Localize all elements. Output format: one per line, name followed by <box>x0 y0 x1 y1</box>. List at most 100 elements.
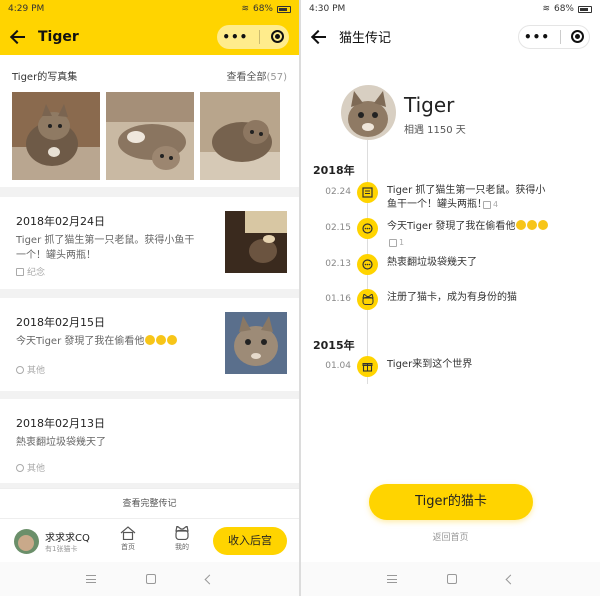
timeline-entry[interactable]: Tiger 抓了猫生第一只老鼠。获得小鱼干一个！罐头两瓶！ <box>387 184 547 212</box>
cat-profile-screen: 4:29 PM ≋ 68% Tiger ••• Tiger的写真集 查看全部(5… <box>0 0 299 596</box>
card-date: 2018年02月24日 <box>16 215 105 228</box>
album-photo[interactable] <box>200 92 280 180</box>
nav-bar: Tiger ••• <box>0 18 299 55</box>
diary-card[interactable]: 2018年02月13日 熱衷翻垃圾袋幾天了 其他 <box>0 399 299 483</box>
status-icons: ≋ 68% <box>241 4 291 14</box>
album-count: (57) <box>266 72 287 83</box>
back-icon[interactable] <box>505 574 516 584</box>
chat-dots-icon <box>357 218 378 239</box>
page-title: Tiger <box>38 28 79 45</box>
system-nav-bar <box>0 562 299 596</box>
timeline-entry-text: 今天Tiger 發現了我在偷看他 <box>387 221 516 232</box>
image-icon <box>483 200 491 209</box>
diary-card[interactable]: 2018年02月15日 今天Tiger 發現了我在偷看他 其他 <box>0 298 299 391</box>
card-photo[interactable] <box>225 211 287 273</box>
smile-emoji-icon <box>167 335 178 345</box>
wifi-icon: ≋ <box>542 4 550 14</box>
timeline-entry[interactable]: 熱衷翻垃圾袋幾天了 <box>387 256 577 270</box>
status-icons: ≋ 68% <box>542 4 592 14</box>
cat-face-icon <box>175 526 189 540</box>
timeline-date: 01.04 <box>325 361 351 371</box>
view-full-bio-link[interactable]: 查看完整传记 <box>0 488 299 518</box>
add-to-palace-button[interactable]: 收入后宫 <box>213 527 287 555</box>
view-all-label: 查看全部 <box>226 72 267 83</box>
calendar-icon <box>16 267 24 276</box>
home-icon[interactable] <box>447 574 457 584</box>
more-dots-icon[interactable]: ••• <box>524 30 550 44</box>
home-icon[interactable] <box>146 574 156 584</box>
cat-avatar[interactable] <box>341 85 396 140</box>
battery-icon <box>277 5 291 13</box>
user-name: 求求求CQ <box>45 533 90 544</box>
user-card-count: 有1张猫卡 <box>45 545 78 553</box>
back-arrow-icon[interactable] <box>311 29 327 45</box>
battery-level: 68% <box>252 4 273 14</box>
house-icon <box>120 526 136 540</box>
cat-biography-screen: 4:30 PM ≋ 68% 猫生传记 ••• Tiger 相遇 1150 天 2… <box>301 0 600 596</box>
tab-home-label: 首页 <box>121 543 135 551</box>
card-tag-label: 其他 <box>27 366 46 376</box>
tab-mine-label: 我的 <box>175 543 189 551</box>
timeline-year: 2018年 <box>313 164 355 177</box>
tab-home[interactable]: 首页 <box>116 526 140 552</box>
back-icon[interactable] <box>204 574 215 584</box>
timeline-entry[interactable]: 注册了猫卡，成为有身份的猫 <box>387 291 577 305</box>
miniprogram-capsule: ••• <box>518 24 590 49</box>
minus-circle-icon <box>16 463 24 472</box>
album-photo[interactable] <box>106 92 194 180</box>
more-dots-icon[interactable]: ••• <box>222 30 248 44</box>
timeline-photo-count: 4 <box>483 200 498 209</box>
diary-card[interactable]: 2018年02月24日 Tiger 抓了猫生第一只老鼠。获得小鱼干一个！罐头两瓶… <box>0 197 299 289</box>
battery-icon <box>578 5 592 13</box>
card-photo[interactable] <box>225 312 287 374</box>
card-text: 熱衷翻垃圾袋幾天了 <box>16 437 106 448</box>
album-title: Tiger的写真集 <box>12 72 78 83</box>
wifi-icon: ≋ <box>241 4 249 14</box>
photo-count: 1 <box>399 238 405 247</box>
timeline-date: 02.15 <box>325 223 351 233</box>
smile-emoji-icon <box>516 220 527 230</box>
avatar[interactable] <box>14 529 39 554</box>
card-tag: 其他 <box>16 363 45 376</box>
card-tag-label: 纪念 <box>27 268 46 278</box>
timeline-photo-count: 1 <box>389 238 404 247</box>
smile-emoji-icon <box>145 335 156 345</box>
nav-bar: 猫生传记 ••• <box>301 18 600 55</box>
tab-mine[interactable]: 我的 <box>170 526 194 552</box>
photo-album: Tiger的写真集 查看全部(57) <box>0 55 299 187</box>
card-text: 今天Tiger 發現了我在偷看他 <box>16 334 206 349</box>
timeline-entry[interactable]: Tiger来到这个世界 <box>387 358 577 372</box>
days-together: 相遇 1150 天 <box>404 125 466 136</box>
bottom-bar: 求求求CQ 有1张猫卡 首页 我的 收入后宫 <box>0 518 299 562</box>
view-all-link[interactable]: 查看全部(57) <box>226 68 287 83</box>
cat-card-button[interactable]: Tiger的猫卡 <box>369 484 533 520</box>
cat-name: Tiger <box>404 93 455 117</box>
smile-emoji-icon <box>527 220 538 230</box>
close-target-icon[interactable] <box>570 30 584 43</box>
timeline-date: 02.13 <box>325 259 351 269</box>
menu-icon[interactable] <box>86 575 96 583</box>
card-date: 2018年02月15日 <box>16 316 105 329</box>
status-bar: 4:29 PM ≋ 68% <box>0 0 299 18</box>
timeline-date: 01.16 <box>325 294 351 304</box>
card-tag: 纪念 <box>16 265 45 278</box>
back-arrow-icon[interactable] <box>10 29 26 45</box>
smile-emoji-icon <box>538 220 549 230</box>
photo-count: 4 <box>493 200 499 209</box>
card-text-content: 今天Tiger 發現了我在偷看他 <box>16 336 145 347</box>
miniprogram-capsule: ••• <box>217 24 289 49</box>
back-home-link[interactable]: 返回首页 <box>301 530 600 543</box>
timeline-entry[interactable]: 今天Tiger 發現了我在偷看他 <box>387 220 577 234</box>
card-tag-label: 其他 <box>27 464 46 474</box>
status-bar: 4:30 PM ≋ 68% <box>301 0 600 18</box>
album-photo[interactable] <box>12 92 100 180</box>
book-icon <box>357 182 378 203</box>
timeline-date: 02.24 <box>325 187 351 197</box>
chat-dots-icon <box>357 254 378 275</box>
card-tag: 其他 <box>16 461 45 474</box>
close-target-icon[interactable] <box>270 30 284 43</box>
menu-icon[interactable] <box>387 575 397 583</box>
gift-icon <box>357 356 378 377</box>
system-nav-bar <box>301 562 600 596</box>
capsule-divider <box>559 29 561 44</box>
